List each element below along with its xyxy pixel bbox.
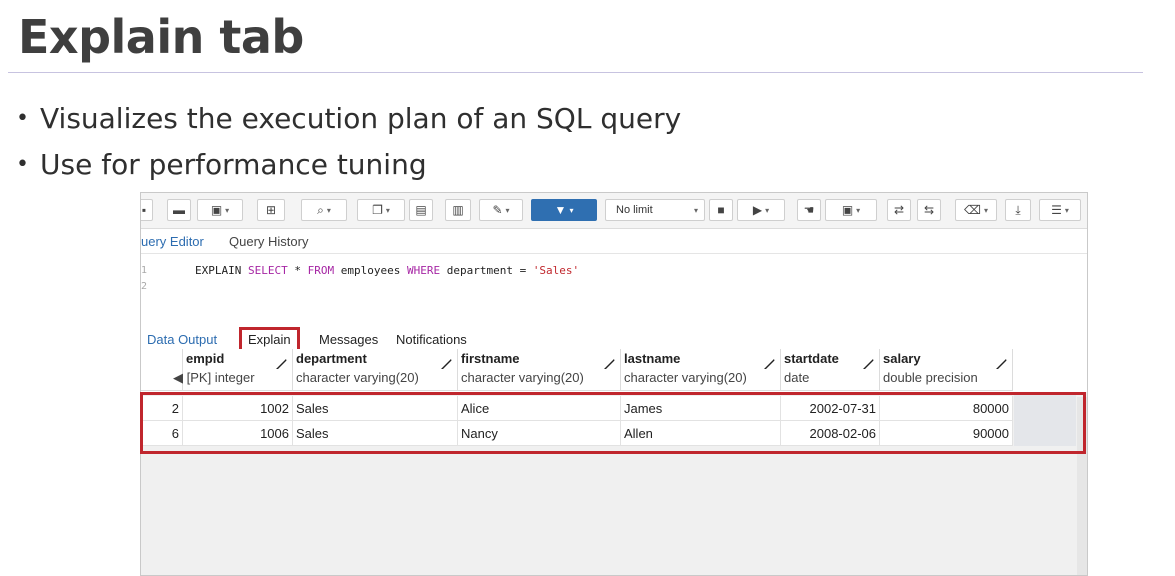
column-header-lastname[interactable]: lastname character varying(20) <box>621 349 781 391</box>
search-icon[interactable]: ⌕ ▾ <box>301 199 347 221</box>
line-number: 1 <box>141 265 148 276</box>
column-name: firstname <box>461 351 520 366</box>
keyword-explain: EXPLAIN <box>195 264 242 277</box>
line-number: 2 <box>141 281 148 292</box>
grid-icon[interactable]: ⊞ <box>257 199 285 221</box>
keyword-where: WHERE <box>406 264 441 277</box>
bullet-dot: • <box>16 152 29 177</box>
select-star: * <box>287 264 308 277</box>
eraser-icon[interactable]: ⌫ ▾ <box>955 199 997 221</box>
where-condition: department = <box>440 264 533 277</box>
tab-messages[interactable]: Messages <box>319 332 378 347</box>
bullet-item: • Visualizes the execution plan of an SQL… <box>16 96 681 142</box>
pencil-icon[interactable] <box>762 357 776 371</box>
column-type: character varying(20) <box>461 370 584 385</box>
column-header-salary[interactable]: salary double precision <box>880 349 1013 391</box>
macro-icon[interactable]: ☰ ▾ <box>1039 199 1081 221</box>
folder-icon[interactable]: ▬ <box>167 199 191 221</box>
line-numbers: 1 2 <box>141 263 147 295</box>
column-name: department <box>296 351 367 366</box>
column-type: character varying(20) <box>296 370 419 385</box>
chevron-down-icon: ▾ <box>983 205 988 215</box>
chevron-down-icon: ▾ <box>385 205 390 215</box>
play-icon[interactable]: ▶ ▾ <box>737 199 785 221</box>
chevron-down-icon: ▾ <box>225 205 230 215</box>
hand-icon[interactable]: ☚ <box>797 199 821 221</box>
tab-query-history[interactable]: Query History <box>229 234 308 249</box>
bullet-text: Use for performance tuning <box>40 148 427 181</box>
column-name: startdate <box>784 351 839 366</box>
column-type: date <box>784 370 810 385</box>
keyword-select: SELECT <box>247 264 288 277</box>
edit-icon[interactable]: ✎ ▾ <box>479 199 523 221</box>
commit-icon[interactable]: ⇄ <box>887 199 911 221</box>
column-header-department[interactable]: department character varying(20) <box>293 349 458 391</box>
column-header-firstname[interactable]: firstname character varying(20) <box>458 349 621 391</box>
chevron-down-icon: ▾ <box>856 205 861 215</box>
editor-tabs: uery Editor Query History <box>141 230 1087 254</box>
tab-data-output[interactable]: Data Output <box>147 332 217 347</box>
slide-title: Explain tab <box>18 10 304 64</box>
grid-header: empid ◀ [PK] integer department characte… <box>141 349 1013 391</box>
chevron-down-icon: ▾ <box>1064 205 1069 215</box>
trash-icon[interactable]: ▥ <box>445 199 471 221</box>
table-name: employees <box>334 264 407 277</box>
result-rows-highlight <box>140 392 1086 454</box>
bullet-text: Visualizes the execution plan of an SQL … <box>40 102 682 135</box>
filter-icon[interactable]: ▼ ▾ <box>531 199 597 221</box>
column-type: double precision <box>883 370 978 385</box>
column-type-text: [PK] integer <box>186 370 255 385</box>
explain-icon[interactable]: ▣ ▾ <box>825 199 877 221</box>
chevron-down-icon: ▾ <box>693 205 698 215</box>
column-name: empid <box>186 351 225 366</box>
chevron-down-icon: ▾ <box>765 205 770 215</box>
column-name: lastname <box>624 351 681 366</box>
pencil-icon[interactable] <box>861 357 875 371</box>
rollback-icon[interactable]: ⇆ <box>917 199 941 221</box>
keyword-from: FROM <box>307 264 335 277</box>
toolbar: ▪ ▬ ▣ ▾ ⊞ ⌕ ▾ ❐ ▾ ▤ ▥ ✎ ▾ ▼ ▾ No limit ▾ ■ ▶ ▾ … <box>141 193 1087 229</box>
chevron-down-icon: ▾ <box>326 205 331 215</box>
pencil-icon[interactable] <box>274 357 288 371</box>
column-type: ◀ [PK] integer <box>173 370 255 386</box>
sql-editor[interactable]: 1 2 EXPLAIN SELECT * FROM employees WHER… <box>141 255 1087 327</box>
stop-icon[interactable]: ■ <box>709 199 733 221</box>
bullet-item: • Use for performance tuning <box>16 142 681 188</box>
bullet-dot: • <box>16 106 29 131</box>
title-divider <box>8 72 1143 73</box>
pencil-icon[interactable] <box>439 357 453 371</box>
string-literal: 'Sales' <box>532 264 580 277</box>
save-icon[interactable]: ▪ <box>141 199 153 221</box>
paste-icon[interactable]: ▤ <box>409 199 433 221</box>
row-limit-select[interactable]: No limit ▾ <box>605 199 705 221</box>
sql-code[interactable]: EXPLAIN SELECT * FROM employees WHERE de… <box>195 263 579 279</box>
column-header-startdate[interactable]: startdate date <box>781 349 880 391</box>
copy-icon[interactable]: ❐ ▾ <box>357 199 405 221</box>
column-header-empid[interactable]: empid ◀ [PK] integer <box>173 349 293 391</box>
tab-notifications[interactable]: Notifications <box>396 332 467 347</box>
download-icon[interactable]: ⤓ <box>1005 199 1031 221</box>
column-name: salary <box>883 351 921 366</box>
pencil-icon[interactable] <box>994 357 1008 371</box>
chevron-down-icon: ▾ <box>569 205 574 215</box>
disk-icon[interactable]: ▣ ▾ <box>197 199 243 221</box>
sort-asc-icon[interactable]: ◀ <box>173 370 183 385</box>
tab-query-editor[interactable]: uery Editor <box>141 234 204 249</box>
row-limit-value: No limit <box>616 204 653 216</box>
chevron-down-icon: ▾ <box>505 205 510 215</box>
pencil-icon[interactable] <box>602 357 616 371</box>
column-type: character varying(20) <box>624 370 747 385</box>
pgadmin-query-tool: ▪ ▬ ▣ ▾ ⊞ ⌕ ▾ ❐ ▾ ▤ ▥ ✎ ▾ ▼ ▾ No limit ▾ ■ ▶ ▾ … <box>140 192 1088 576</box>
bullet-list: • Visualizes the execution plan of an SQL… <box>16 96 681 188</box>
